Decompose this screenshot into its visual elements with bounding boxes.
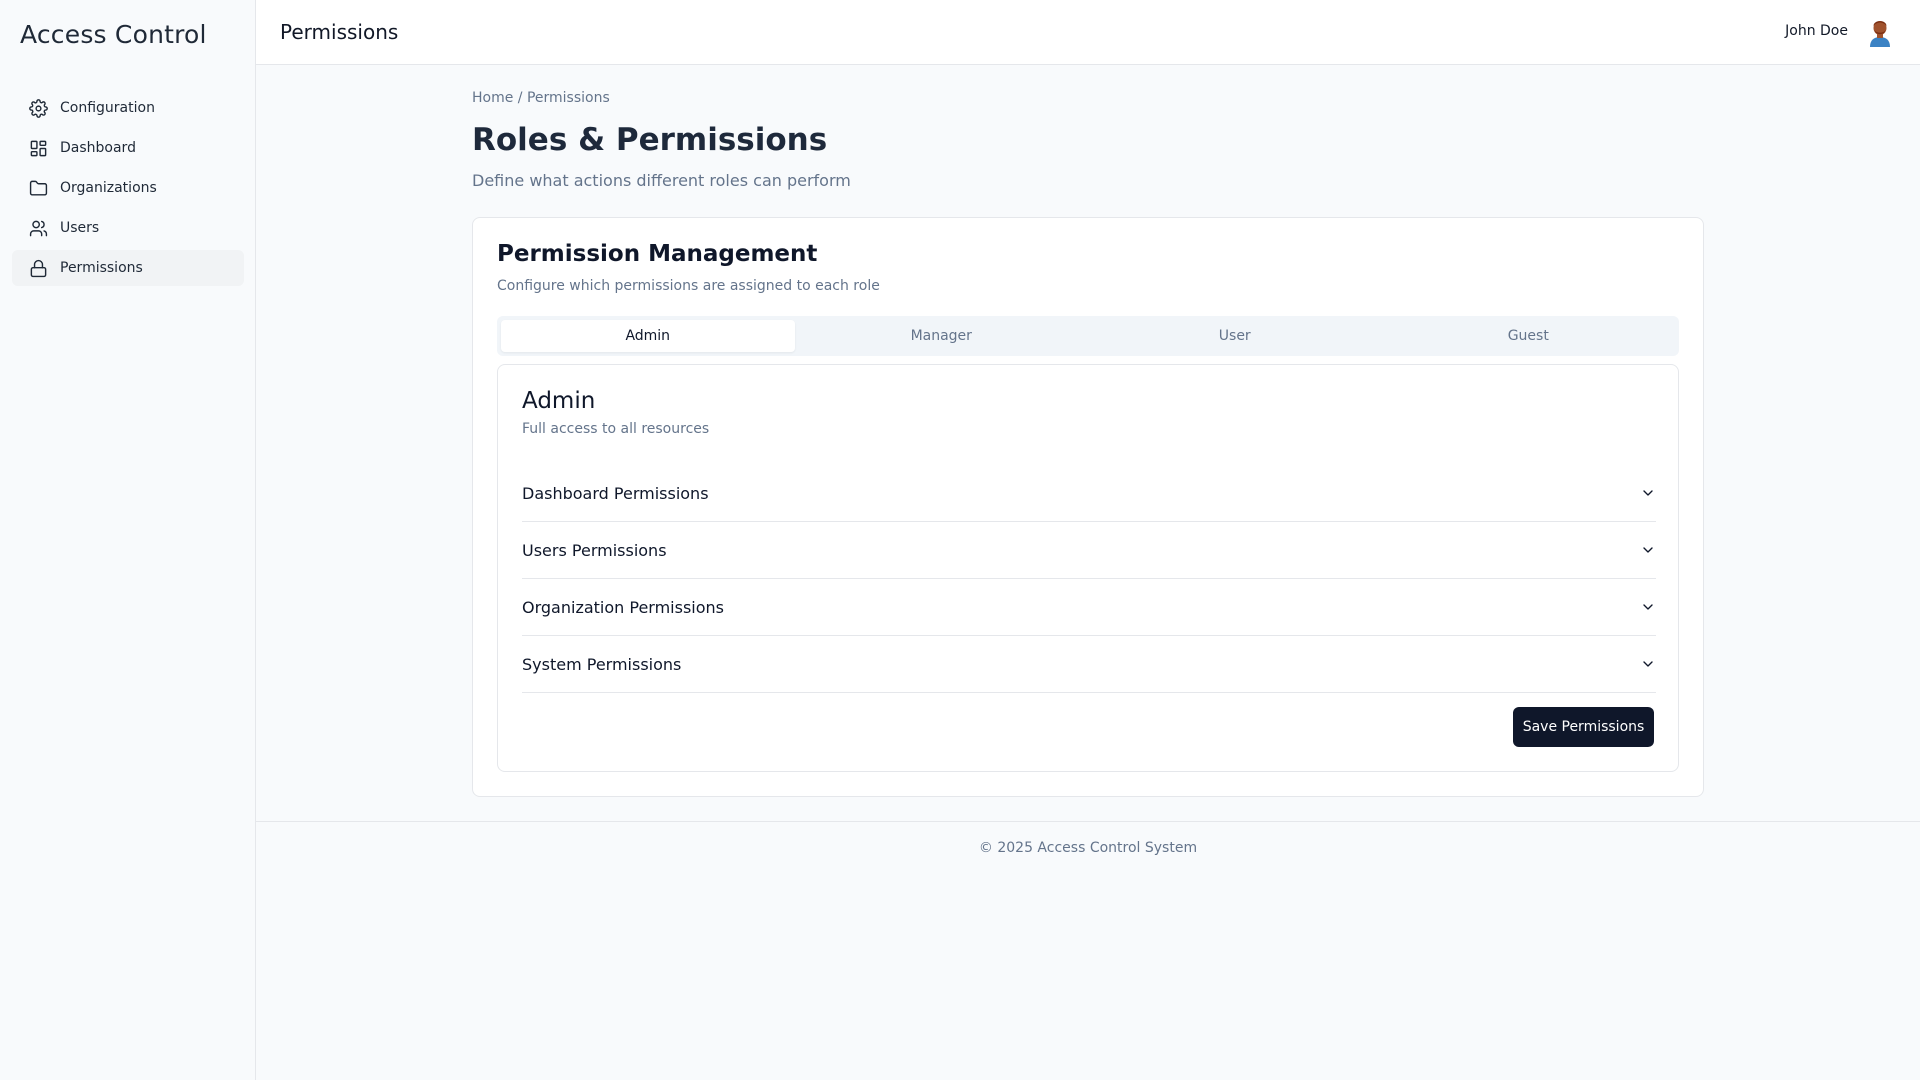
chevron-down-icon (1640, 485, 1656, 501)
chevron-down-icon (1640, 542, 1656, 558)
user-avatar-icon[interactable] (1864, 16, 1896, 48)
top-bar: Permissions John Doe (256, 0, 1920, 65)
accordion-users-permissions[interactable]: Users Permissions (522, 522, 1656, 579)
accordion-organization-permissions[interactable]: Organization Permissions (522, 579, 1656, 636)
accordion-label: Dashboard Permissions (522, 483, 709, 503)
footer-text: © 2025 Access Control System (978, 840, 1198, 856)
sidebar-item-dashboard[interactable]: Dashboard (12, 130, 244, 166)
sidebar-item-label: Dashboard (60, 140, 136, 156)
tab-manager[interactable]: Manager (795, 320, 1089, 352)
sidebar-item-label: Configuration (60, 100, 155, 116)
page-subtitle: Define what actions different roles can … (472, 171, 851, 190)
chevron-down-icon (1640, 656, 1656, 672)
sidebar-item-label: Users (60, 220, 100, 236)
role-title: Admin (522, 388, 596, 414)
app-title: Access Control (20, 20, 207, 49)
footer: © 2025 Access Control System (256, 821, 1920, 881)
sidebar-item-permissions[interactable]: Permissions (12, 250, 244, 286)
tab-user[interactable]: User (1088, 320, 1382, 352)
sidebar: Access Control Configuration Dashboard O… (0, 0, 256, 1080)
sidebar-item-label: Permissions (60, 260, 143, 276)
folder-icon (28, 178, 48, 198)
permission-management-card: Permission Management Configure which pe… (472, 217, 1704, 797)
header-title: Permissions (280, 20, 399, 44)
sidebar-item-label: Organizations (60, 180, 157, 196)
accordion-label: System Permissions (522, 654, 682, 674)
role-description: Full access to all resources (522, 421, 710, 437)
tab-guest[interactable]: Guest (1382, 320, 1676, 352)
dashboard-grid-icon (28, 138, 48, 158)
role-panel: Admin Full access to all resources Dashb… (497, 364, 1679, 772)
accordion-label: Users Permissions (522, 540, 667, 560)
users-icon (28, 218, 48, 238)
permissions-accordion: Dashboard Permissions Users Permissions … (522, 465, 1656, 693)
page-title: Roles & Permissions (472, 122, 828, 158)
user-name[interactable]: John Doe (1785, 23, 1848, 39)
accordion-dashboard-permissions[interactable]: Dashboard Permissions (522, 465, 1656, 522)
role-tabs: Admin Manager User Guest (497, 316, 1679, 356)
save-permissions-button[interactable]: Save Permissions (1513, 707, 1654, 747)
breadcrumb[interactable]: Home / Permissions (472, 90, 610, 106)
sidebar-item-configuration[interactable]: Configuration (12, 90, 244, 126)
main-content: Home / Permissions Roles & Permissions D… (256, 65, 1920, 1080)
accordion-label: Organization Permissions (522, 597, 725, 617)
sidebar-nav: Configuration Dashboard Organizations Us… (12, 90, 244, 290)
card-title: Permission Management (497, 241, 818, 267)
sidebar-item-organizations[interactable]: Organizations (12, 170, 244, 206)
chevron-down-icon (1640, 599, 1656, 615)
accordion-system-permissions[interactable]: System Permissions (522, 636, 1656, 693)
tab-admin[interactable]: Admin (501, 320, 795, 352)
lock-icon (28, 258, 48, 278)
gear-icon (28, 98, 48, 118)
sidebar-item-users[interactable]: Users (12, 210, 244, 246)
card-subtitle: Configure which permissions are assigned… (497, 278, 880, 294)
